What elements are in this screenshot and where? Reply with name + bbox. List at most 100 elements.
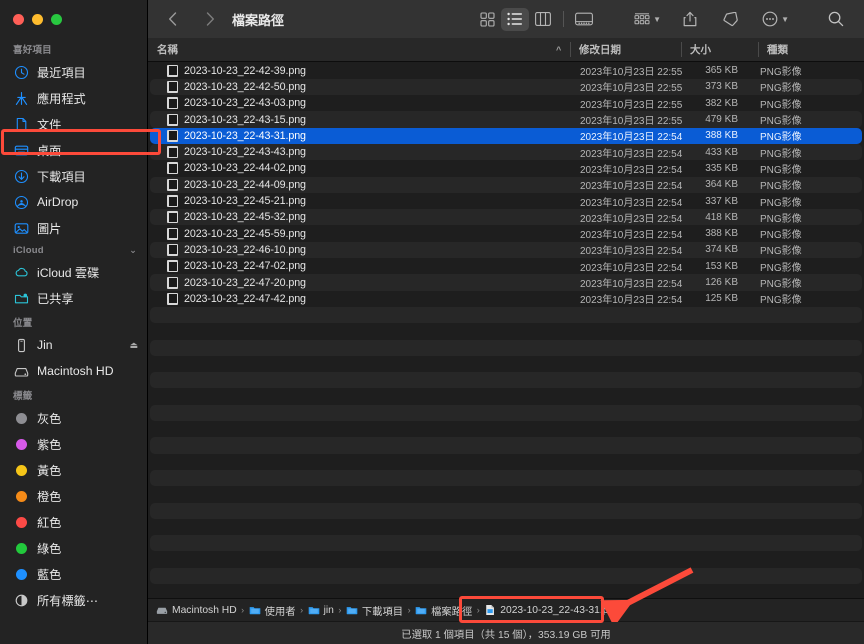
sidebar-item-4[interactable]: 橙色 — [0, 483, 147, 509]
column-view-button[interactable] — [529, 8, 557, 31]
file-name: 2023-10-23_22-43-03.png — [184, 97, 306, 110]
list-stripe — [150, 372, 862, 389]
file-name: 2023-10-23_22-46-10.png — [184, 243, 306, 256]
sidebar-item-5[interactable]: 下載項目 — [0, 163, 147, 189]
more-actions-group[interactable]: ▼ — [756, 8, 792, 31]
file-size: 388 KB — [705, 130, 738, 142]
table-row[interactable]: 2023-10-23_22-45-21.png 2023年10月23日 22:54… — [150, 193, 862, 209]
sidebar-item-label: 紫色 — [37, 438, 62, 452]
table-row[interactable]: 2023-10-23_22-43-43.png 2023年10月23日 22:54… — [150, 144, 862, 160]
share-icon[interactable] — [676, 8, 704, 31]
file-list[interactable]: 2023-10-23_22-42-39.png 2023年10月23日 22:55… — [148, 62, 864, 598]
sidebar-section-header: 喜好項目 — [0, 38, 147, 59]
tag-dot-icon — [13, 514, 29, 530]
column-header-kind[interactable]: 種類 — [758, 38, 788, 61]
column-headers: 名稱 ^ 修改日期 大小 種類 — [148, 38, 864, 62]
column-header-date[interactable]: 修改日期 — [570, 38, 621, 61]
file-kind: PNG影像 — [760, 213, 802, 225]
sidebar-item-3[interactable]: 文件 — [0, 111, 147, 137]
breadcrumb-item[interactable]: 下載項目 — [346, 603, 403, 618]
sidebar-section-header: 標籤 — [0, 384, 147, 405]
sidebar-item-2[interactable]: Macintosh HD — [0, 358, 147, 384]
table-row[interactable]: 2023-10-23_22-42-39.png 2023年10月23日 22:55… — [150, 63, 862, 79]
sidebar-item-7[interactable]: 藍色 — [0, 561, 147, 587]
sidebar-item-2[interactable]: 已共享 — [0, 285, 147, 311]
view-mode-group — [473, 7, 598, 31]
list-stripe — [150, 437, 862, 454]
sidebar-item-label: 橙色 — [37, 490, 62, 504]
list-view-button[interactable] — [501, 7, 530, 31]
tag-dot-icon — [13, 566, 29, 582]
maximize-button[interactable] — [51, 13, 62, 25]
group-by-icon[interactable] — [628, 8, 656, 31]
table-row[interactable]: 2023-10-23_22-42-50.png 2023年10月23日 22:55… — [150, 79, 862, 95]
forward-button[interactable] — [198, 7, 222, 31]
table-row[interactable]: 2023-10-23_22-43-31.png 2023年10月23日 22:54… — [150, 127, 862, 144]
shared-folder-icon — [13, 290, 29, 306]
breadcrumb-label: 使用者 — [264, 606, 296, 618]
sidebar-item-1[interactable]: 最近項目 — [0, 59, 147, 85]
list-stripe — [150, 470, 862, 487]
sidebar-item-label: 所有標籤⋯ — [37, 594, 98, 608]
column-header-name[interactable]: 名稱 — [148, 38, 178, 61]
chevron-down-icon[interactable]: ▼ — [781, 15, 789, 24]
tag-icon[interactable] — [716, 8, 744, 31]
breadcrumb-item[interactable]: Macintosh HD — [156, 604, 237, 616]
breadcrumb-item[interactable]: 檔案路徑 — [415, 603, 472, 618]
close-button[interactable] — [13, 13, 24, 25]
chevron-down-icon[interactable]: ▼ — [653, 15, 661, 24]
table-row[interactable]: 2023-10-23_22-47-42.png 2023年10月23日 22:54… — [150, 291, 862, 307]
breadcrumb-label: Macintosh HD — [172, 604, 237, 616]
table-row[interactable]: 2023-10-23_22-43-15.png 2023年10月23日 22:55… — [150, 111, 862, 127]
column-header-size[interactable]: 大小 — [681, 38, 711, 61]
status-bar: 已選取 1 個項目（共 15 個），353.19 GB 可用 — [148, 621, 864, 644]
table-row[interactable]: 2023-10-23_22-45-32.png 2023年10月23日 22:54… — [150, 209, 862, 225]
icon-view-button[interactable] — [473, 8, 501, 31]
png-file-icon — [167, 113, 178, 126]
file-kind: PNG影像 — [760, 99, 802, 111]
sidebar-item-2[interactable]: 應用程式 — [0, 85, 147, 111]
minimize-button[interactable] — [32, 13, 43, 25]
table-row[interactable]: 2023-10-23_22-47-20.png 2023年10月23日 22:54… — [150, 274, 862, 290]
harddisk-icon — [156, 604, 168, 616]
png-file-icon — [167, 211, 178, 224]
table-row[interactable]: 2023-10-23_22-46-10.png 2023年10月23日 22:54… — [150, 242, 862, 258]
table-row[interactable]: 2023-10-23_22-44-09.png 2023年10月23日 22:54… — [150, 177, 862, 193]
breadcrumb-item[interactable]: jin — [308, 604, 334, 616]
file-name: 2023-10-23_22-43-31.png — [184, 129, 306, 142]
sidebar-item-4[interactable]: 桌面 — [0, 137, 147, 163]
table-row[interactable]: 2023-10-23_22-45-59.png 2023年10月23日 22:54… — [150, 226, 862, 242]
breadcrumb-item[interactable]: 使用者 — [249, 603, 296, 618]
back-button[interactable] — [160, 7, 184, 31]
gallery-view-button[interactable] — [570, 8, 598, 31]
sidebar-item-3[interactable]: 黃色 — [0, 457, 147, 483]
sidebar-item-6[interactable]: 綠色 — [0, 535, 147, 561]
sidebar-item-1[interactable]: iCloud 雲碟 — [0, 259, 147, 285]
file-size: 337 KB — [705, 195, 738, 207]
search-icon[interactable] — [822, 8, 850, 31]
sidebar-item-6[interactable]: AirDrop — [0, 189, 147, 215]
file-date: 2023年10月23日 22:54 — [580, 279, 683, 291]
table-row[interactable]: 2023-10-23_22-43-03.png 2023年10月23日 22:55… — [150, 95, 862, 111]
more-actions-icon[interactable] — [756, 8, 784, 31]
table-row[interactable]: 2023-10-23_22-47-02.png 2023年10月23日 22:54… — [150, 258, 862, 274]
group-by-group[interactable]: ▼ — [628, 8, 664, 31]
chevron-down-icon[interactable]: ⌄ — [129, 245, 137, 256]
sidebar-item-7[interactable]: 圖片 — [0, 215, 147, 241]
breadcrumb-item[interactable]: 2023-10-23_22-43-31.png — [484, 604, 620, 616]
sidebar-item-1[interactable]: 灰色 — [0, 405, 147, 431]
sidebar-item-5[interactable]: 紅色 — [0, 509, 147, 535]
png-file-icon — [167, 80, 178, 93]
tag-dot-icon — [13, 410, 29, 426]
breadcrumb-label: 下載項目 — [361, 606, 404, 618]
png-file-icon — [167, 64, 178, 77]
breadcrumb-label: 2023-10-23_22-43-31.png — [500, 604, 620, 616]
sidebar-item-2[interactable]: 紫色 — [0, 431, 147, 457]
sidebar-item-label: 桌面 — [37, 144, 62, 158]
sidebar-item-1[interactable]: Jin ⏏ — [0, 332, 147, 358]
sidebar-item-label: 藍色 — [37, 568, 62, 582]
eject-icon[interactable]: ⏏ — [129, 340, 138, 351]
tag-dot-icon — [13, 488, 29, 504]
sidebar-item-8[interactable]: 所有標籤⋯ — [0, 587, 147, 613]
table-row[interactable]: 2023-10-23_22-44-02.png 2023年10月23日 22:54… — [150, 160, 862, 176]
